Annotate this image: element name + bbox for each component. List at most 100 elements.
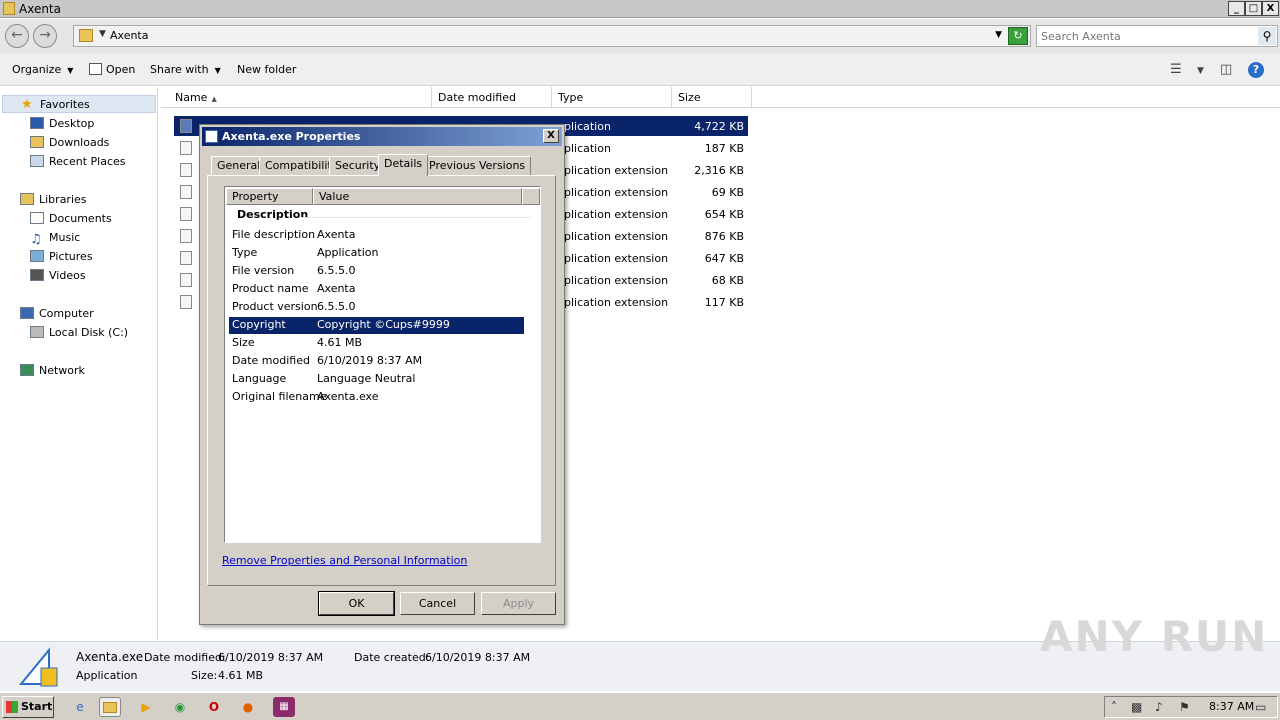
nav-desktop[interactable]: Desktop — [30, 117, 94, 130]
sort-ascending-icon: ▲ — [211, 95, 217, 103]
close-button[interactable]: X — [1262, 1, 1279, 16]
volume-icon[interactable]: ♪ — [1155, 700, 1163, 714]
address-bar[interactable]: ▼ Axenta ▼ — [73, 25, 1031, 47]
property-row[interactable]: Date modified 6/10/2019 8:37 AM — [229, 353, 524, 370]
view-options-icon[interactable]: ☰ — [1170, 62, 1182, 77]
dialog-title-bar[interactable]: Axenta.exe Properties X — [202, 127, 562, 146]
nav-desktop-label: Desktop — [49, 117, 95, 130]
chrome-icon[interactable]: ◉ — [169, 697, 191, 717]
nav-downloads[interactable]: Downloads — [30, 136, 109, 149]
dll-icon — [180, 295, 192, 309]
videos-icon — [30, 269, 44, 281]
breadcrumb-chevron-icon[interactable]: ▼ — [99, 29, 106, 39]
folder-icon — [3, 2, 15, 15]
opera-icon[interactable]: O — [203, 697, 225, 717]
forward-button[interactable]: → — [33, 24, 57, 48]
firefox-icon[interactable]: ● — [237, 697, 259, 717]
property-row[interactable]: Product name Axenta — [229, 281, 524, 298]
property-value: 6/10/2019 8:37 AM — [317, 354, 423, 367]
ie-icon[interactable]: e — [69, 697, 91, 717]
column-date-modified[interactable]: Date modified — [432, 87, 552, 108]
property-value: Axenta — [317, 228, 356, 241]
navigation-pane: ★ Favorites Desktop Downloads Recent Plac… — [0, 87, 158, 640]
view-dropdown-icon[interactable]: ▼ — [1197, 66, 1204, 76]
remove-properties-link[interactable]: Remove Properties and Personal Informati… — [222, 554, 467, 567]
property-row[interactable]: Size 4.61 MB — [229, 335, 524, 352]
refresh-button[interactable]: ↻ — [1008, 27, 1028, 45]
nav-libraries[interactable]: Libraries — [20, 193, 87, 206]
organize-label: Organize — [12, 63, 62, 76]
nav-music[interactable]: ♫ Music — [30, 231, 80, 247]
computer-icon — [20, 307, 34, 319]
start-button[interactable]: Start — [2, 696, 54, 718]
maximize-button[interactable]: □ — [1245, 1, 1262, 16]
column-property[interactable]: Property — [226, 188, 313, 205]
tab-details[interactable]: Details — [378, 154, 429, 176]
property-row[interactable]: File description Axenta — [229, 227, 524, 244]
property-name: Product name — [232, 282, 309, 295]
apply-button[interactable]: Apply — [481, 592, 556, 615]
app-icon — [18, 647, 58, 687]
network-tray-icon[interactable]: ▩ — [1131, 700, 1142, 714]
nav-documents[interactable]: Documents — [30, 212, 112, 225]
dll-icon — [180, 229, 192, 243]
search-box[interactable]: ⚲ — [1036, 25, 1278, 47]
nav-recent-places[interactable]: Recent Places — [30, 155, 126, 168]
back-button[interactable]: ← — [5, 24, 29, 48]
libraries-icon — [20, 193, 34, 205]
file-type: pplication extension — [557, 252, 669, 265]
details-date-created-label: Date created: — [354, 651, 430, 664]
property-value: Axenta.exe — [317, 390, 379, 403]
column-value[interactable]: Value — [313, 188, 522, 205]
file-type: pplication extension — [557, 208, 669, 221]
nav-videos[interactable]: Videos — [30, 269, 86, 282]
media-player-icon[interactable]: ▶ — [135, 697, 157, 717]
dll-icon — [180, 207, 192, 221]
address-dropdown-icon[interactable]: ▼ — [995, 30, 1002, 40]
dialog-close-button[interactable]: X — [543, 129, 559, 143]
search-input[interactable] — [1041, 29, 1251, 44]
details-filename: Axenta.exe — [76, 650, 144, 664]
property-row[interactable]: File version 6.5.5.0 — [229, 263, 524, 280]
new-folder-button[interactable]: New folder — [237, 63, 296, 76]
nav-computer[interactable]: Computer — [20, 307, 94, 320]
search-icon[interactable]: ⚲ — [1258, 27, 1276, 45]
winrar-icon[interactable]: ▦ — [273, 697, 295, 717]
local-disk-icon — [30, 326, 44, 338]
action-center-flag-icon[interactable]: ⚑ — [1179, 700, 1190, 714]
property-row[interactable]: Language Language Neutral — [229, 371, 524, 388]
cancel-button[interactable]: Cancel — [400, 592, 475, 615]
property-row[interactable]: Product version 6.5.5.0 — [229, 299, 524, 316]
ok-button[interactable]: OK — [318, 591, 395, 616]
file-type: pplication extension — [557, 296, 669, 309]
nav-pictures[interactable]: Pictures — [30, 250, 93, 263]
organize-button[interactable]: Organize ▼ — [12, 63, 73, 76]
tray-expand-icon[interactable]: ˄ — [1111, 700, 1117, 714]
property-row[interactable]: Original filename Axenta.exe — [229, 389, 524, 406]
properties-list[interactable]: Property Value Description File descript… — [224, 186, 541, 543]
file-size: 117 KB — [704, 296, 744, 309]
breadcrumb[interactable]: Axenta — [110, 29, 149, 42]
column-name[interactable]: Name ▲ — [161, 87, 432, 108]
open-button[interactable]: Open — [89, 63, 135, 76]
desktop-icon — [30, 117, 44, 129]
nav-network[interactable]: Network — [20, 364, 85, 377]
property-row[interactable]: Type Application — [229, 245, 524, 262]
help-icon[interactable]: ? — [1248, 62, 1264, 78]
column-size[interactable]: Size — [672, 87, 752, 108]
show-desktop-icon[interactable]: ▭ — [1255, 700, 1266, 714]
taskbar-clock[interactable]: 8:37 AM — [1209, 700, 1254, 713]
minimize-button[interactable]: _ — [1228, 1, 1245, 16]
property-name: File description — [232, 228, 316, 241]
column-type[interactable]: Type — [552, 87, 672, 108]
share-with-button[interactable]: Share with ▼ — [150, 63, 221, 76]
tab-previous-versions[interactable]: Previous Versions — [423, 156, 532, 175]
preview-pane-icon[interactable]: ◫ — [1220, 62, 1232, 77]
details-size-label: Size: — [191, 669, 218, 682]
file-size: 647 KB — [704, 252, 744, 265]
nav-local-disk[interactable]: Local Disk (C:) — [30, 326, 128, 339]
nav-favorites[interactable]: ★ Favorites — [2, 95, 156, 113]
explorer-icon[interactable] — [99, 697, 121, 717]
property-row[interactable]: Copyright Copyright ©Cups#9999 — [229, 317, 524, 334]
file-size: 876 KB — [704, 230, 744, 243]
